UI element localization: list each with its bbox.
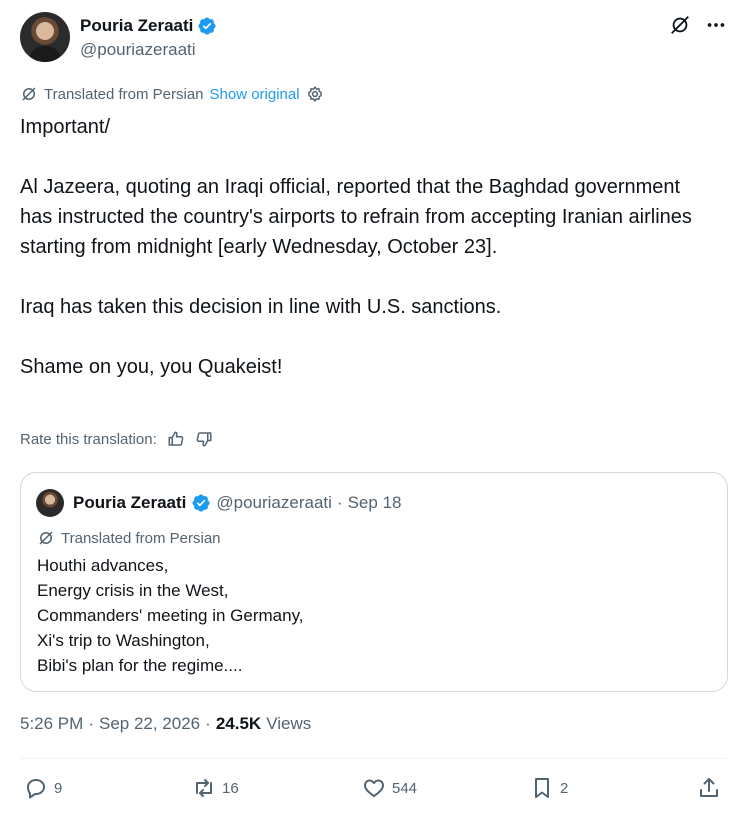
tweet-paragraph-1: Al Jazeera, quoting an Iraqi official, r… xyxy=(20,176,692,258)
settings-icon[interactable] xyxy=(306,85,324,103)
reply-icon xyxy=(27,779,45,799)
translate-icon xyxy=(22,87,36,101)
verified-badge-icon[interactable] xyxy=(197,16,217,36)
quoted-avatar xyxy=(36,489,64,517)
heart-icon xyxy=(364,779,384,797)
like-button[interactable]: 544 xyxy=(362,776,417,800)
bookmark-count: 2 xyxy=(560,779,569,797)
translated-from-label: Translated from Persian xyxy=(44,85,204,103)
tweet-date[interactable]: Sep 22, 2026 xyxy=(99,714,200,734)
tweet-meta: 5:26 PM · Sep 22, 2026 · 24.5K Views xyxy=(20,714,311,734)
tweet-line-1: Important/ xyxy=(20,116,111,138)
quoted-date[interactable]: Sep 18 xyxy=(348,493,402,513)
author-display-name[interactable]: Pouria Zeraati xyxy=(80,16,193,36)
action-bar: 9 16 544 2 xyxy=(20,774,727,806)
views-count[interactable]: 24.5K xyxy=(216,714,261,734)
bookmark-icon xyxy=(535,778,549,798)
translation-bar: Translated from Persian Show original xyxy=(20,85,324,103)
more-options-icon[interactable] xyxy=(705,14,727,36)
quoted-translation-label-row: Translated from Persian xyxy=(37,529,221,547)
meta-separator: · xyxy=(205,714,211,733)
grok-icon[interactable] xyxy=(669,14,691,36)
share-button[interactable] xyxy=(697,776,721,800)
share-icon xyxy=(700,778,718,797)
quoted-line: Energy crisis in the West, xyxy=(37,581,229,600)
quoted-separator: · xyxy=(336,493,343,512)
rate-translation-row: Rate this translation: xyxy=(20,430,213,448)
repost-icon xyxy=(196,779,212,797)
meta-separator: · xyxy=(88,714,94,733)
like-count: 544 xyxy=(392,779,418,797)
tweet-paragraph-2: Iraq has taken this decision in line wit… xyxy=(20,296,502,318)
repost-button[interactable]: 16 xyxy=(192,776,239,800)
quoted-tweet[interactable]: Pouria Zeraati @pouriazeraati · Sep 18 T… xyxy=(20,472,728,692)
quoted-translated-label: Translated from Persian xyxy=(61,529,221,547)
tweet-text: Important/ Al Jazeera, quoting an Iraqi … xyxy=(20,112,710,382)
repost-count: 16 xyxy=(222,779,239,797)
quoted-tweet-text: Houthi advances, Energy crisis in the We… xyxy=(37,553,304,678)
thumbs-down-icon[interactable] xyxy=(195,430,213,448)
quoted-line: Houthi advances, xyxy=(37,556,169,575)
reply-button[interactable]: 9 xyxy=(24,776,62,800)
rate-translation-label: Rate this translation: xyxy=(20,430,157,448)
views-label: Views xyxy=(266,714,312,733)
quoted-verified-badge-icon xyxy=(192,494,210,512)
quoted-display-name: Pouria Zeraati xyxy=(73,493,187,512)
quoted-line: Bibi's plan for the regime.... xyxy=(37,656,243,675)
avatar[interactable] xyxy=(20,12,70,62)
divider xyxy=(20,758,727,759)
top-actions xyxy=(669,14,727,36)
thumbs-up-icon[interactable] xyxy=(167,430,185,448)
author-handle[interactable]: @pouriazeraati xyxy=(80,40,196,60)
tweet-header: Pouria Zeraati @pouriazeraati xyxy=(20,12,727,64)
tweet-paragraph-3: Shame on you, you Quakeist! xyxy=(20,356,283,378)
quoted-line: Xi's trip to Washington, xyxy=(37,631,210,650)
tweet-time[interactable]: 5:26 PM xyxy=(20,714,83,734)
bookmark-button[interactable]: 2 xyxy=(530,776,568,800)
quoted-translate-icon xyxy=(39,531,53,545)
show-original-link[interactable]: Show original xyxy=(210,86,300,103)
quoted-line: Commanders' meeting in Germany, xyxy=(37,606,304,625)
quoted-handle: @pouriazeraati xyxy=(216,493,332,512)
author-name-row: Pouria Zeraati xyxy=(80,16,217,36)
reply-count: 9 xyxy=(54,779,63,797)
quoted-tweet-header: Pouria Zeraati @pouriazeraati · Sep 18 xyxy=(36,489,401,517)
